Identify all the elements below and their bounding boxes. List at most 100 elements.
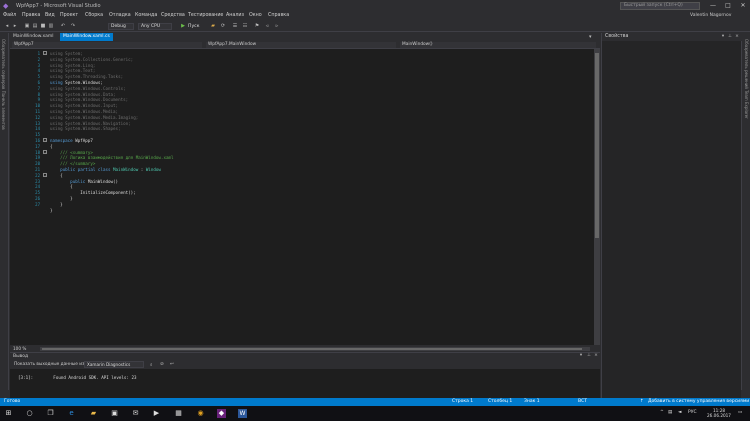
search-icon[interactable]: ○	[25, 409, 34, 418]
editor-vertical-scrollbar[interactable]	[594, 49, 600, 345]
menu-file[interactable]: Файл	[3, 13, 16, 18]
menu-edit[interactable]: Правка	[22, 13, 40, 18]
project-combo[interactable]: WpfApp7	[12, 42, 202, 48]
undo-icon[interactable]: ↶	[60, 23, 66, 29]
open-file-icon[interactable]: ▤	[32, 23, 38, 29]
edge-browser-icon[interactable]: e	[67, 409, 76, 418]
code-line: InitializeComponent();	[50, 190, 136, 196]
menu-test[interactable]: Тестирование	[188, 13, 223, 18]
clear-all-icon[interactable]: ⊘	[160, 362, 164, 367]
tab-mainwindow-xaml[interactable]: MainWindow.xaml	[10, 33, 57, 41]
forward-icon[interactable]: ▸	[12, 23, 18, 29]
dropdown-icon[interactable]: ▾	[720, 34, 726, 40]
input-language[interactable]: РУС	[688, 410, 697, 415]
close-button[interactable]: ✕	[737, 1, 749, 11]
hot-reload-icon[interactable]: ⟳	[220, 23, 226, 29]
bookmark-icon[interactable]: ⚑	[254, 23, 260, 29]
line-number: 6	[37, 80, 40, 85]
new-project-icon[interactable]: ▣	[24, 23, 30, 29]
windows-start-icon[interactable]: ⊞	[4, 409, 13, 418]
zoom-level[interactable]: 100 %	[13, 346, 26, 351]
solution-explorer-tab[interactable]: Обозреватель решений Team Explorer	[744, 39, 749, 119]
menu-tools[interactable]: Средства	[161, 13, 185, 18]
menu-debug[interactable]: Отладка	[109, 13, 131, 18]
code-line: using System.Windows.Media.Imaging;	[50, 114, 139, 120]
save-all-icon[interactable]: ▥	[48, 23, 54, 29]
maximize-button[interactable]: □	[722, 1, 734, 11]
output-source-select[interactable]: Xamarin Diagnostics	[84, 361, 144, 368]
code-editor[interactable]: 1 2 3 4 5 6 7 8 9 10 11 12 13 14 15 16 1…	[10, 49, 594, 345]
mail-icon[interactable]: ✉	[131, 409, 140, 418]
code-line: }	[50, 196, 73, 201]
pin-icon[interactable]: ⊥	[727, 34, 733, 40]
find-message-icon[interactable]: ⌕	[150, 362, 153, 368]
folder-icon[interactable]: ▰	[210, 23, 216, 29]
scrollbar-thumb[interactable]	[42, 348, 582, 350]
collapse-icon[interactable]: −	[43, 51, 47, 55]
menu-window[interactable]: Окно	[249, 13, 262, 18]
quick-launch-input[interactable]: Быстрый запуск (Ctrl+Q)	[620, 2, 700, 10]
next-bookmark-icon[interactable]: ▹	[274, 23, 280, 29]
visual-studio-taskbar-icon[interactable]: ◆	[217, 409, 226, 418]
save-icon[interactable]: ■	[40, 23, 46, 29]
network-icon[interactable]: ▤	[668, 410, 672, 415]
word-taskbar-icon[interactable]: W	[238, 409, 247, 418]
back-icon[interactable]: ◂	[4, 23, 10, 29]
media-player-icon[interactable]: ▶	[152, 409, 161, 418]
collapse-icon[interactable]: −	[43, 172, 47, 177]
close-icon[interactable]: ×	[734, 34, 740, 40]
collapse-icon[interactable]: −	[43, 149, 47, 154]
chrome-browser-icon[interactable]: ◉	[196, 409, 205, 418]
editor-horizontal-scrollbar[interactable]	[40, 347, 590, 351]
menu-project[interactable]: Проект	[60, 13, 78, 18]
store-icon[interactable]: ▣	[110, 409, 119, 418]
task-view-icon[interactable]: ❐	[46, 409, 55, 418]
dropdown-icon[interactable]: ▾	[578, 353, 584, 359]
close-icon[interactable]: ×	[593, 353, 599, 359]
notifications-icon[interactable]: ▭	[738, 410, 742, 415]
line-number: 3	[37, 62, 40, 68]
calculator-icon[interactable]: ▦	[174, 409, 183, 418]
tab-mainwindow-xaml-cs[interactable]: MainWindow.xaml.cs	[60, 33, 113, 41]
start-button-label[interactable]: Пуск	[188, 24, 199, 29]
word-wrap-icon[interactable]: ↩	[170, 362, 174, 367]
collapse-icon[interactable]: −	[43, 138, 47, 142]
code-line: using System.Windows.Documents;	[50, 97, 129, 103]
menu-analyze[interactable]: Анализ	[226, 13, 244, 18]
configuration-select[interactable]: Debug	[108, 23, 134, 30]
server-explorer-tab[interactable]: Обозреватель серверов Панель элементов	[1, 39, 6, 130]
member-combo[interactable]: MainWindow()	[400, 42, 596, 48]
redo-icon[interactable]: ↷	[70, 23, 76, 29]
prev-bookmark-icon[interactable]: ◃	[264, 23, 270, 29]
tab-overflow-icon[interactable]: ▾	[589, 34, 592, 40]
menu-view[interactable]: Вид	[45, 13, 55, 18]
line-number: 1	[37, 51, 40, 56]
class-combo[interactable]: WpfApp7.MainWindow	[206, 42, 396, 48]
menu-help[interactable]: Справка	[268, 13, 289, 18]
add-to-source-control-button[interactable]: Добавить в систему управления версиями	[648, 399, 749, 404]
menu-build[interactable]: Сборка	[85, 13, 103, 18]
arrow-up-icon[interactable]: ↑	[640, 399, 644, 404]
code-line: using System.Windows.Data;	[50, 91, 116, 97]
line-number: 21	[35, 167, 40, 172]
uncomment-icon[interactable]: ☷	[242, 23, 248, 29]
line-number: 14	[35, 126, 40, 132]
volume-icon[interactable]: ◄	[678, 410, 681, 415]
scrollbar-thumb[interactable]	[595, 53, 599, 238]
line-number: 22	[35, 172, 40, 178]
line-number: 5	[37, 74, 40, 80]
platform-select[interactable]: Any CPU	[138, 23, 172, 30]
taskbar-clock[interactable]: 11:28 26.06.2017	[704, 408, 734, 418]
code-line: using System.Windows.Navigation;	[50, 120, 131, 126]
pin-icon[interactable]: ⊥	[586, 353, 592, 359]
visual-studio-logo-icon: ◆	[3, 2, 9, 10]
comment-icon[interactable]: ☰	[232, 23, 238, 29]
menu-team[interactable]: Команда	[135, 13, 157, 18]
properties-title: Свойства	[605, 34, 629, 39]
user-name[interactable]: Valentin Nagornov	[690, 13, 731, 18]
tray-chevron-icon[interactable]: ^	[660, 410, 664, 415]
file-explorer-icon[interactable]: ▰	[89, 409, 98, 418]
minimize-button[interactable]: —	[707, 1, 719, 11]
start-debug-icon[interactable]: ▶	[180, 23, 186, 29]
line-number: 7	[37, 85, 40, 91]
